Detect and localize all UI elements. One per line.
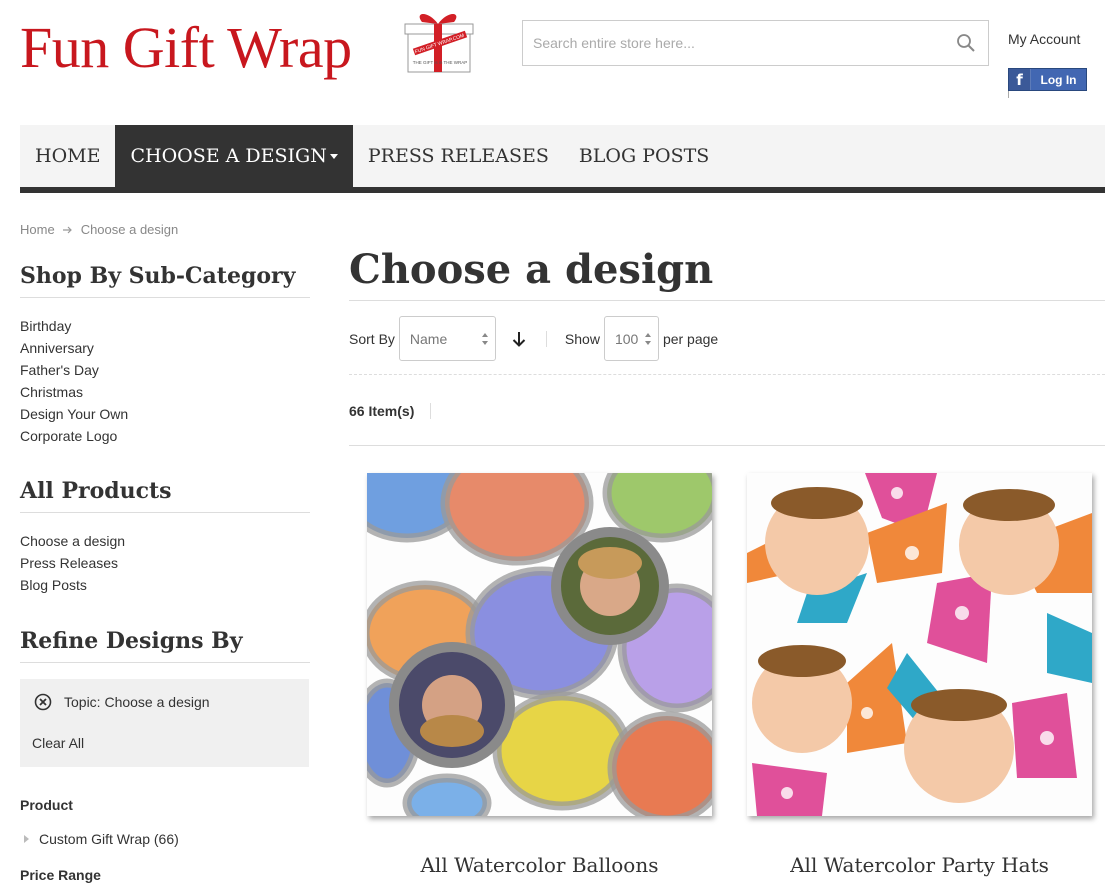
- search-icon[interactable]: [956, 33, 976, 53]
- breadcrumb-home[interactable]: Home: [20, 222, 55, 237]
- select-arrows-icon: [481, 333, 488, 345]
- item-count: 66 Item(s): [349, 403, 415, 419]
- toolbar-divider: [545, 330, 547, 347]
- watercolor-party-hats-image: [747, 473, 1092, 816]
- all-products-press-releases[interactable]: Press Releases: [20, 555, 118, 571]
- sort-direction-icon[interactable]: [510, 330, 528, 348]
- chevron-right-icon: [24, 835, 29, 843]
- all-products-list: Choose a design Press Releases Blog Post…: [20, 530, 125, 596]
- active-filters: Topic: Choose a design Clear All: [20, 679, 309, 767]
- all-products-choose-a-design[interactable]: Choose a design: [20, 533, 125, 549]
- chevron-down-icon: [329, 153, 338, 159]
- sort-by-select[interactable]: Name: [398, 316, 496, 361]
- subcategory-list: Birthday Anniversary Father's Day Christ…: [20, 315, 128, 447]
- per-page-label: per page: [662, 330, 719, 347]
- nav-blog-posts[interactable]: BLOG POSTS: [564, 125, 724, 187]
- sort-by-value: Name: [409, 330, 448, 347]
- product-name[interactable]: All Watercolor Party Hats: [717, 853, 1105, 877]
- subcat-design-your-own[interactable]: Design Your Own: [20, 406, 128, 422]
- breadcrumb-current: Choose a design: [80, 222, 179, 237]
- logo-box-tag: THE GIFT is in THE WRAP: [413, 60, 468, 65]
- product-name[interactable]: All Watercolor Balloons: [337, 853, 742, 877]
- product-filter-title: Product: [20, 797, 73, 813]
- product-image[interactable]: [367, 473, 712, 816]
- per-page-value: 100: [614, 330, 639, 347]
- facebook-login-label: Log In: [1040, 72, 1077, 87]
- active-filter-label: Topic: Choose a design: [64, 694, 210, 710]
- watercolor-balloons-image: [367, 473, 712, 816]
- subcat-birthday[interactable]: Birthday: [20, 318, 71, 334]
- logo-text: Fun Gift Wrap: [20, 15, 352, 80]
- nav-home[interactable]: HOME: [20, 125, 115, 187]
- product-card: All Watercolor Party Hats: [747, 473, 1092, 877]
- main-nav: HOME CHOOSE A DESIGN PRESS RELEASES BLOG…: [20, 125, 1105, 187]
- count-divider-line: [349, 445, 1105, 446]
- title-divider: [349, 300, 1105, 301]
- toolbar-divider-line: [349, 374, 1105, 375]
- arrow-right-icon: [62, 226, 72, 233]
- sort-toolbar: Sort By Name Show 100 per page: [349, 316, 718, 361]
- product-filter-option[interactable]: Custom Gift Wrap (66): [24, 831, 179, 847]
- page-title: Choose a design: [349, 246, 714, 293]
- product-card: All Watercolor Balloons: [367, 473, 712, 877]
- per-page-select[interactable]: 100: [603, 316, 659, 361]
- clear-all-link[interactable]: Clear All: [32, 735, 84, 751]
- breadcrumb: Home Choose a design: [20, 222, 178, 237]
- search-bar: [522, 20, 989, 66]
- remove-filter-icon[interactable]: [34, 693, 52, 711]
- price-range-title[interactable]: Price Range: [20, 867, 101, 883]
- select-arrows-icon: [644, 333, 651, 345]
- search-input[interactable]: [523, 21, 943, 65]
- all-products-blog-posts[interactable]: Blog Posts: [20, 577, 87, 593]
- count-divider: [430, 403, 431, 419]
- active-filter: Topic: Choose a design: [34, 693, 210, 711]
- show-label: Show: [564, 330, 600, 347]
- sort-by-label: Sort By: [349, 330, 395, 347]
- nav-choose-a-design[interactable]: CHOOSE A DESIGN: [115, 125, 353, 187]
- gift-box-logo-icon: FUN GIFT WRAP.COM THE GIFT is in THE WRA…: [404, 14, 474, 73]
- nav-underline: [20, 187, 1105, 193]
- refine-heading: Refine Designs By: [20, 628, 310, 663]
- subcategory-heading: Shop By Sub-Category: [20, 263, 310, 298]
- subcat-fathers-day[interactable]: Father's Day: [20, 362, 99, 378]
- all-products-heading: All Products: [20, 478, 310, 513]
- facebook-login-button[interactable]: f Log In: [1008, 68, 1087, 91]
- product-image[interactable]: [747, 473, 1092, 816]
- my-account-link[interactable]: My Account: [1008, 31, 1080, 47]
- subcat-anniversary[interactable]: Anniversary: [20, 340, 94, 356]
- subcat-christmas[interactable]: Christmas: [20, 384, 83, 400]
- nav-choose-a-design-label: CHOOSE A DESIGN: [130, 145, 327, 167]
- subcat-corporate-logo[interactable]: Corporate Logo: [20, 428, 117, 444]
- site-logo[interactable]: Fun Gift Wrap FUN GIFT WRAP.COM THE GIFT…: [20, 8, 480, 80]
- product-filter-option-label: Custom Gift Wrap (66): [39, 831, 179, 847]
- nav-press-releases[interactable]: PRESS RELEASES: [353, 125, 564, 187]
- facebook-icon: f: [1009, 69, 1031, 90]
